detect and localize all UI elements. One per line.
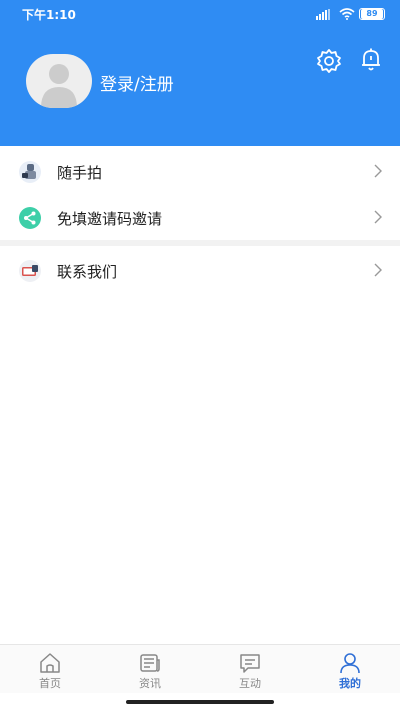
chevron-right-icon	[374, 164, 382, 178]
signal-icon	[316, 9, 330, 20]
tab-mine[interactable]: 我的	[300, 645, 400, 693]
wifi-icon	[339, 8, 355, 20]
tab-label: 互动	[239, 677, 261, 690]
tab-label: 资讯	[139, 677, 161, 690]
person-icon	[340, 653, 360, 674]
section-divider	[0, 240, 400, 246]
tab-news[interactable]: 资讯	[100, 645, 200, 693]
menu-item-invite[interactable]: 免填邀请码邀请	[0, 194, 400, 240]
notification-bell-icon[interactable]	[359, 47, 383, 73]
menu-item-label: 随手拍	[57, 164, 103, 182]
tab-interaction[interactable]: 互动	[200, 645, 300, 693]
home-icon	[40, 653, 60, 673]
chevron-right-icon	[374, 210, 382, 224]
share-icon	[19, 207, 41, 229]
contact-icon	[19, 260, 41, 282]
tab-label: 首页	[39, 677, 61, 690]
menu-item-snapshot[interactable]: 随手拍	[0, 148, 400, 194]
battery-level: 89	[361, 9, 383, 19]
bottom-tab-bar: 首页 资讯 互动 我的	[0, 644, 400, 693]
avatar[interactable]	[26, 54, 92, 108]
menu-item-label: 免填邀请码邀请	[57, 210, 163, 228]
status-bar: 下午1:10 89	[0, 0, 400, 30]
chevron-right-icon	[374, 263, 382, 277]
news-icon	[140, 654, 160, 672]
menu-item-contact-us[interactable]: 联系我们	[0, 247, 400, 293]
default-avatar-icon	[41, 64, 77, 108]
profile-header: 下午1:10 89 登录/注册	[0, 0, 400, 146]
battery-icon: 89	[359, 8, 385, 20]
tab-label: 我的	[339, 677, 361, 690]
status-time: 下午1:10	[22, 8, 76, 22]
login-register-link[interactable]: 登录/注册	[100, 70, 174, 95]
tab-home[interactable]: 首页	[0, 645, 100, 693]
settings-gear-icon[interactable]	[316, 48, 342, 74]
message-icon	[240, 654, 260, 673]
menu-item-label: 联系我们	[57, 263, 118, 281]
home-indicator[interactable]	[126, 700, 274, 704]
camera-person-icon	[19, 161, 41, 183]
